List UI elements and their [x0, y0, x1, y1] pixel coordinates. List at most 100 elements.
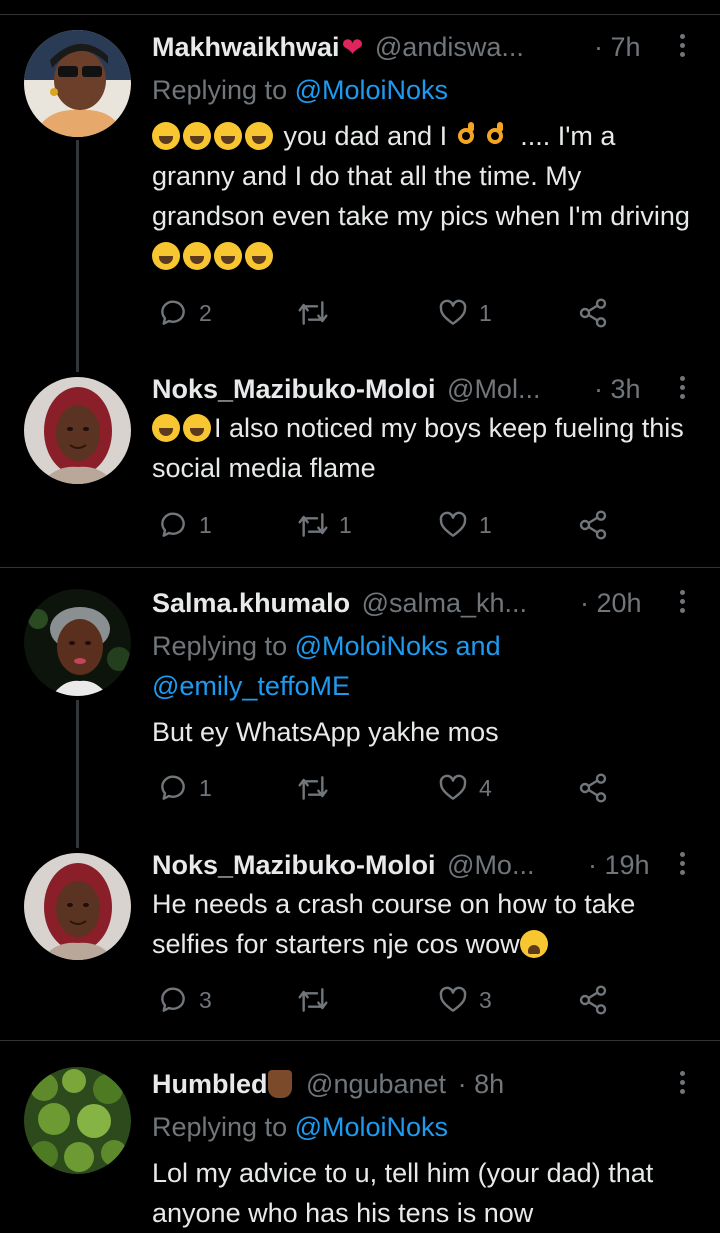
retweet-button[interactable]: 1 [297, 507, 352, 543]
avatar[interactable] [24, 377, 131, 484]
tweet[interactable]: Noks_Mazibuko-Moloi @Mo... · 19h He need… [0, 848, 720, 1028]
red-heart-emoji-icon: ❤ [341, 32, 364, 62]
more-vertical-icon[interactable] [680, 376, 686, 403]
avatar[interactable] [24, 1067, 131, 1174]
like-button[interactable]: 1 [437, 507, 492, 543]
tweet-actions: 3 3 [152, 982, 622, 1018]
replying-to-label: Replying to [152, 1112, 295, 1142]
avatar[interactable] [24, 853, 131, 960]
tweet-text-part: I also noticed my boys keep fueling this… [152, 413, 684, 483]
speech-bubble-icon [161, 987, 185, 1012]
mention-link[interactable]: @MoloiNoks [295, 1112, 448, 1142]
user-handle[interactable]: @salma_kh... [362, 588, 527, 618]
reply-button[interactable]: 1 [157, 507, 212, 543]
user-handle[interactable]: @andiswa... [375, 32, 524, 62]
grinning-sweat-emoji-icon [183, 414, 211, 442]
rofl-emoji-icon [214, 242, 242, 270]
timestamp[interactable]: · 19h [588, 848, 650, 882]
tweet[interactable]: Noks_Mazibuko-Moloi @Mol... · 3h I also … [0, 372, 720, 552]
user-handle[interactable]: @ngubanet [306, 1069, 446, 1099]
timestamp[interactable]: · 3h [594, 372, 641, 406]
tweet-text: But ey WhatsApp yakhe mos [152, 712, 697, 752]
share-button[interactable] [577, 295, 619, 331]
rofl-emoji-icon [183, 122, 211, 150]
display-name[interactable]: Makhwaikhwai [152, 32, 340, 62]
display-name[interactable]: Noks_Mazibuko-Moloi [152, 374, 436, 404]
more-vertical-icon[interactable] [680, 590, 686, 617]
display-name[interactable]: Salma.khumalo [152, 588, 350, 618]
rofl-emoji-icon [245, 122, 273, 150]
tweet-text: you dad and I .... I'm a granny and I do… [152, 116, 697, 276]
replying-to: Replying to @MoloiNoks [152, 70, 448, 110]
display-name[interactable]: Humbled [152, 1069, 268, 1099]
tweet[interactable]: Humbled @ngubanet · 8h Replying to @Molo… [0, 1067, 720, 1228]
avatar[interactable] [24, 589, 131, 696]
like-count: 3 [479, 986, 492, 1013]
reply-count: 2 [199, 299, 212, 326]
retweet-button[interactable] [297, 295, 339, 331]
user-handle[interactable]: @Mo... [447, 850, 534, 880]
replying-to-label: Replying to [152, 75, 295, 105]
tweet[interactable]: Makhwaikhwai❤ @andiswa... · 7h Replying … [0, 30, 720, 330]
replying-to-line2: @emily_teffoME [152, 666, 350, 706]
tweet-text-part: Lol my advice to u, tell him (your dad) … [152, 1158, 654, 1228]
tweet-text-part: He needs a crash course on how to take s… [152, 889, 636, 959]
reply-button[interactable]: 3 [157, 982, 212, 1018]
retweet-icon [298, 301, 328, 325]
reply-count: 3 [199, 986, 212, 1013]
loudly-crying-emoji-icon [519, 930, 548, 958]
mention-link[interactable]: @emily_teffoME [152, 671, 350, 701]
heart-icon [439, 299, 467, 325]
replying-to-label: Replying to [152, 631, 295, 661]
tweet-text-part: you dad and I [283, 121, 448, 151]
share-button[interactable] [577, 982, 619, 1018]
reply-button[interactable]: 1 [157, 770, 212, 806]
retweet-button[interactable] [297, 770, 339, 806]
mention-link[interactable]: @MoloiNoks [295, 75, 448, 105]
top-divider [0, 14, 720, 15]
rofl-emoji-icon [152, 122, 180, 150]
tweet-text: I also noticed my boys keep fueling this… [152, 408, 697, 488]
retweet-icon [298, 988, 328, 1012]
tweet-text: Lol my advice to u, tell him (your dad) … [152, 1153, 697, 1233]
timestamp[interactable]: · 7h [594, 30, 641, 64]
tweet-text-part: But ey WhatsApp yakhe mos [152, 717, 499, 747]
rofl-emoji-icon [214, 122, 242, 150]
tweet-actions: 1 4 [152, 770, 622, 806]
mention-link[interactable]: @MoloiNoks and [295, 631, 501, 661]
like-button[interactable]: 3 [437, 982, 492, 1018]
tweet-actions: 2 1 [152, 295, 622, 331]
timestamp[interactable]: · 20h [580, 586, 642, 620]
share-button[interactable] [577, 770, 619, 806]
retweet-count: 1 [339, 511, 352, 538]
tweet-header: Humbled @ngubanet · 8h [152, 1067, 680, 1101]
retweet-button[interactable] [297, 982, 339, 1018]
like-count: 1 [479, 511, 492, 538]
rofl-emoji-icon [245, 242, 273, 270]
ok-hand-emoji-icon [455, 122, 481, 150]
grinning-sweat-emoji-icon [152, 414, 180, 442]
more-vertical-icon[interactable] [680, 852, 686, 879]
user-handle[interactable]: @Mol... [447, 374, 540, 404]
more-vertical-icon[interactable] [680, 1071, 686, 1098]
like-button[interactable]: 4 [437, 770, 492, 806]
rofl-emoji-icon [183, 242, 211, 270]
reply-count: 1 [199, 774, 212, 801]
timestamp[interactable]: · 8h [458, 1069, 505, 1099]
retweet-icon [298, 513, 328, 537]
speech-bubble-icon [161, 300, 185, 325]
reply-button[interactable]: 2 [157, 295, 212, 331]
more-vertical-icon[interactable] [680, 34, 686, 61]
tweet[interactable]: Salma.khumalo @salma_kh... · 20h Replyin… [0, 586, 720, 816]
thread-divider-1 [0, 567, 720, 568]
share-icon [579, 985, 607, 1015]
speech-bubble-icon [161, 775, 185, 800]
like-button[interactable]: 1 [437, 295, 492, 331]
like-count: 4 [479, 774, 492, 801]
like-count: 1 [479, 299, 492, 326]
avatar[interactable] [24, 30, 131, 137]
share-button[interactable] [577, 507, 619, 543]
heart-icon [439, 986, 467, 1012]
display-name[interactable]: Noks_Mazibuko-Moloi [152, 850, 436, 880]
share-icon [579, 298, 607, 328]
